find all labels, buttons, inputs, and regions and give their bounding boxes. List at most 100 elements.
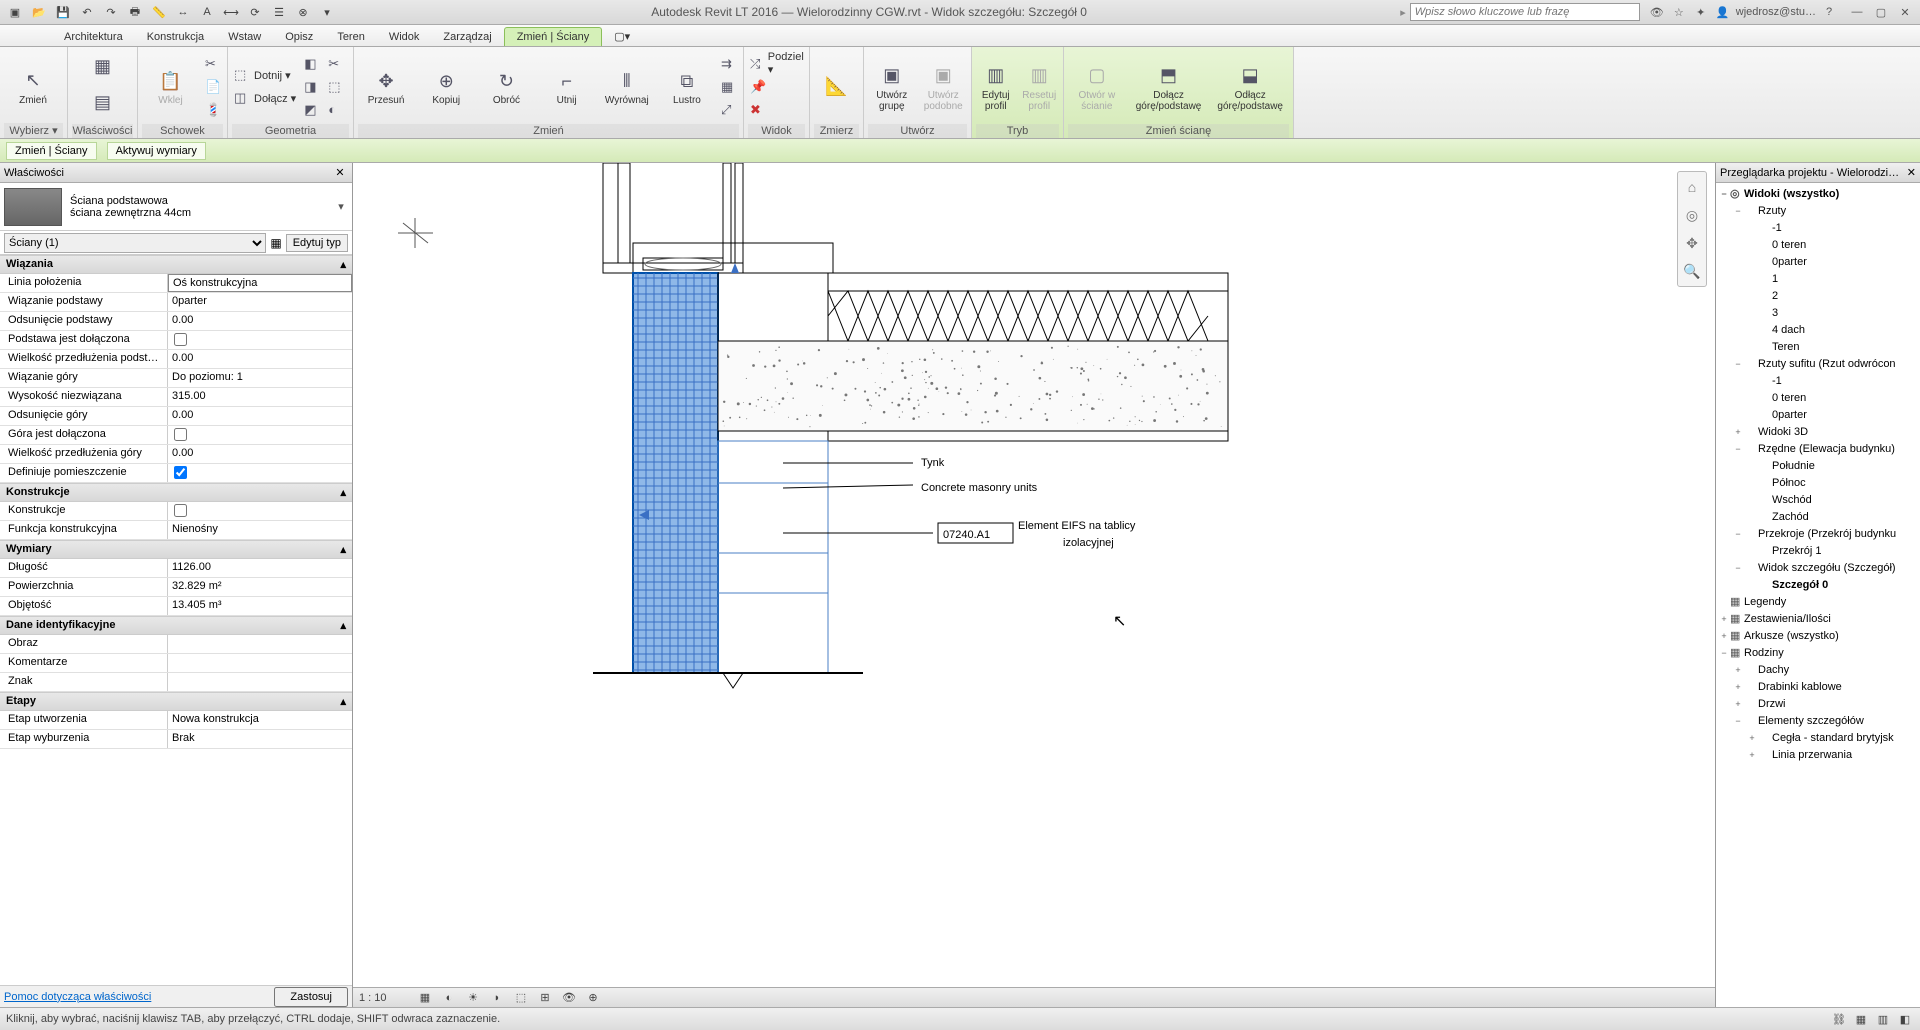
status-bg-icon[interactable]: ◧ <box>1896 1011 1914 1027</box>
nav-zoom-icon[interactable]: 🔍 <box>1681 260 1703 282</box>
align-button[interactable]: ⫴Wyrównaj <box>599 53 655 121</box>
properties-help-link[interactable]: Pomoc dotycząca właściwości <box>4 991 151 1003</box>
tab-zarzdzaj[interactable]: Zarządzaj <box>431 28 503 46</box>
visual-style-icon[interactable]: ◐ <box>441 990 457 1006</box>
prop-row[interactable]: Wysokość niezwiązana315.00 <box>0 388 352 407</box>
prop-group[interactable]: Konstrukcje▴ <box>0 483 352 502</box>
tree-node[interactable]: −Elementy szczegółów <box>1716 712 1920 729</box>
tab-extra[interactable]: ▢▾ <box>602 27 642 46</box>
tab-teren[interactable]: Teren <box>325 28 377 46</box>
tree-node[interactable]: Szczegół 0 <box>1716 576 1920 593</box>
apply-button[interactable]: Zastosuj <box>274 987 348 1007</box>
tree-node[interactable]: +Drzwi <box>1716 695 1920 712</box>
prop-row[interactable]: Objętość13.405 m³ <box>0 597 352 616</box>
open-icon[interactable]: 📂 <box>28 2 50 22</box>
tree-node[interactable]: Przekrój 1 <box>1716 542 1920 559</box>
tree-node[interactable]: 4 dach <box>1716 321 1920 338</box>
join-button[interactable]: ◫Dołącz ▾ <box>232 88 298 109</box>
tree-node[interactable]: −Widok szczegółu (Szczegół) <box>1716 559 1920 576</box>
tab-konstrukcja[interactable]: Konstrukcja <box>135 28 216 46</box>
hide-icon[interactable]: 👁 <box>561 990 577 1006</box>
tree-node[interactable]: −Rzuty <box>1716 202 1920 219</box>
prop-row[interactable]: Funkcja konstrukcyjnaNienośny <box>0 521 352 540</box>
properties-button[interactable]: ▤ <box>86 85 120 119</box>
rotate-button[interactable]: ↻Obróć <box>478 53 534 121</box>
cope-button[interactable]: ⬚Dotnij ▾ <box>232 65 298 86</box>
tree-node[interactable]: Południe <box>1716 457 1920 474</box>
sync-icon[interactable]: ⟳ <box>244 2 266 22</box>
prop-row[interactable]: Odsunięcie podstawy0.00 <box>0 312 352 331</box>
prop-group[interactable]: Dane identyfikacyjne▴ <box>0 616 352 635</box>
sun-path-icon[interactable]: ☀ <box>465 990 481 1006</box>
split-button[interactable]: ⤮Podziel ▾ <box>748 53 808 74</box>
geo6-button[interactable]: ◐ <box>326 99 346 120</box>
type-properties-button[interactable]: ▦ <box>86 49 120 83</box>
tree-node[interactable]: +▦Arkusze (wszystko) <box>1716 627 1920 644</box>
instance-filter[interactable]: Ściany (1) <box>4 233 266 253</box>
drawing-canvas[interactable]: Tynk Concrete masonry units 07240.A1 Ele… <box>353 163 1715 1007</box>
list-icon[interactable]: ☰ <box>268 2 290 22</box>
redo-icon[interactable]: ↷ <box>100 2 122 22</box>
prop-row[interactable]: Długość1126.00 <box>0 559 352 578</box>
tree-node[interactable]: 0 teren <box>1716 236 1920 253</box>
help-icon[interactable]: ? <box>1820 3 1838 21</box>
geo5-button[interactable]: ⬚ <box>326 76 346 97</box>
detail-level-icon[interactable]: ▦ <box>417 990 433 1006</box>
tab-wstaw[interactable]: Wstaw <box>216 28 273 46</box>
tree-node[interactable]: −Rzuty sufitu (Rzut odwrócon <box>1716 355 1920 372</box>
tab-widok[interactable]: Widok <box>377 28 432 46</box>
status-constraints-icon[interactable]: ⛓ <box>1830 1011 1848 1027</box>
prop-row[interactable]: Wielkość przedłużenia góry0.00 <box>0 445 352 464</box>
copy-mod-button[interactable]: ⊕Kopiuj <box>418 53 474 121</box>
search-input[interactable] <box>1410 3 1640 21</box>
tree-node[interactable]: −Rzędne (Elewacja budynku) <box>1716 440 1920 457</box>
prop-row[interactable]: Obraz <box>0 635 352 654</box>
tree-node[interactable]: −▦Rodziny <box>1716 644 1920 661</box>
view-scale[interactable]: 1 : 10 <box>359 992 409 1004</box>
shadow-icon[interactable]: ◗ <box>489 990 505 1006</box>
array-button[interactable]: ▦ <box>719 76 739 97</box>
prop-row[interactable]: Wielkość przedłużenia podst…0.00 <box>0 350 352 369</box>
tree-node[interactable]: +Dachy <box>1716 661 1920 678</box>
tree-node[interactable]: +Linia przerwania <box>1716 746 1920 763</box>
edit-profile-button[interactable]: ▥Edytuj profil <box>976 53 1016 121</box>
tree-node[interactable]: Teren <box>1716 338 1920 355</box>
nav-pan-icon[interactable]: ✥ <box>1681 232 1703 254</box>
dim-icon[interactable]: ⟷ <box>220 2 242 22</box>
cut-button[interactable]: ✂ <box>203 53 223 74</box>
tree-node[interactable]: −◎Widoki (wszystko) <box>1716 185 1920 202</box>
prop-row[interactable]: Definiuje pomieszczenie <box>0 464 352 483</box>
undo-icon[interactable]: ↶ <box>76 2 98 22</box>
reset-profile-button[interactable]: ▥Resetuj profil <box>1020 53 1060 121</box>
tree-node[interactable]: 0 teren <box>1716 389 1920 406</box>
align-icon[interactable]: ↔ <box>172 2 194 22</box>
switch-win-icon[interactable]: ▾ <box>316 2 338 22</box>
properties-close-icon[interactable]: ✕ <box>332 165 348 181</box>
copy-button[interactable]: 📄 <box>203 76 223 97</box>
scale-button[interactable]: ⤢ <box>719 99 739 120</box>
reveal-icon[interactable]: ⊕ <box>585 990 601 1006</box>
tab-zmieciany[interactable]: Zmień | Ściany <box>504 27 603 46</box>
nav-wheel-icon[interactable]: ◎ <box>1681 204 1703 226</box>
wall-opening-button[interactable]: ▢Otwór w ścianie <box>1068 53 1126 121</box>
prop-row[interactable]: Wiązanie góryDo poziomu: 1 <box>0 369 352 388</box>
pin-button[interactable]: 📌 <box>748 76 808 97</box>
tree-node[interactable]: Zachód <box>1716 508 1920 525</box>
create-similar-button[interactable]: ▣Utwórz podobne <box>920 53 968 121</box>
measure-icon[interactable]: 📏 <box>148 2 170 22</box>
tree-node[interactable]: 0parter <box>1716 406 1920 423</box>
tree-node[interactable]: -1 <box>1716 219 1920 236</box>
user-name[interactable]: wjedrosz@stu… <box>1736 3 1816 21</box>
prop-row[interactable]: Wiązanie podstawy0parter <box>0 293 352 312</box>
save-icon[interactable]: 💾 <box>52 2 74 22</box>
tree-node[interactable]: +Widoki 3D <box>1716 423 1920 440</box>
favorite-icon[interactable]: ☆ <box>1670 3 1688 21</box>
crop-show-icon[interactable]: ⊞ <box>537 990 553 1006</box>
tree-node[interactable]: Wschód <box>1716 491 1920 508</box>
prop-row[interactable]: Powierzchnia32.829 m² <box>0 578 352 597</box>
maximize-button[interactable]: ▢ <box>1870 3 1892 21</box>
tab-opisz[interactable]: Opisz <box>273 28 325 46</box>
prop-row[interactable]: Konstrukcje <box>0 502 352 521</box>
tree-node[interactable]: -1 <box>1716 372 1920 389</box>
mirror-button[interactable]: ⧉Lustro <box>659 53 715 121</box>
